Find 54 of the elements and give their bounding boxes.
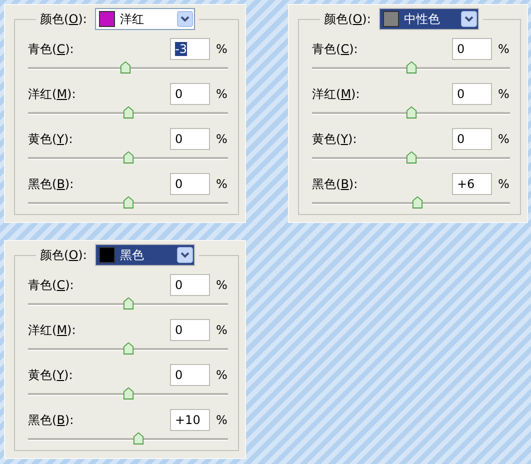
channel-label: 青色(C): xyxy=(28,40,75,58)
value-field[interactable]: +10 xyxy=(170,409,210,431)
slider-thumb[interactable] xyxy=(412,196,423,209)
value-field[interactable]: 0 xyxy=(170,173,210,195)
channel-label: 黑色(B): xyxy=(28,176,75,192)
slider-thumb[interactable] xyxy=(120,61,131,74)
color-label: 颜色(O): xyxy=(40,10,87,28)
value-field[interactable]: 0 xyxy=(452,128,492,150)
color-dropdown[interactable]: 洋红 xyxy=(94,8,195,30)
value-field[interactable]: -3 xyxy=(170,38,210,60)
percent-sign: % xyxy=(498,42,510,56)
slider-thumb[interactable] xyxy=(133,432,144,445)
percent-sign: % xyxy=(216,413,228,427)
color-label: 颜色(O): xyxy=(324,10,371,28)
percent-sign: % xyxy=(216,278,228,292)
slider-thumb[interactable] xyxy=(123,196,134,209)
color-dropdown[interactable]: 中性色 xyxy=(378,8,479,30)
channel-label: 黄色(Y): xyxy=(28,366,74,384)
percent-sign: % xyxy=(498,132,510,146)
value-field[interactable]: 0 xyxy=(170,319,210,341)
channel-label: 黑色(B): xyxy=(28,412,75,428)
slider-thumb[interactable] xyxy=(406,151,417,164)
channel-label: 青色(C): xyxy=(312,40,359,58)
slider-thumb[interactable] xyxy=(123,106,134,119)
slider-thumb[interactable] xyxy=(123,297,134,310)
channel-label: 黄色(Y): xyxy=(312,130,358,148)
value-field[interactable]: 0 xyxy=(170,83,210,105)
value-field[interactable]: 0 xyxy=(170,364,210,386)
percent-sign: % xyxy=(216,177,228,191)
percent-sign: % xyxy=(216,368,228,382)
slider-thumb[interactable] xyxy=(123,151,134,164)
value-field[interactable]: 0 xyxy=(452,83,492,105)
slider-thumb[interactable] xyxy=(123,387,134,400)
percent-sign: % xyxy=(216,42,228,56)
color-dropdown[interactable]: 黑色 xyxy=(94,244,195,266)
value-field[interactable]: 0 xyxy=(170,128,210,150)
slider-thumb[interactable] xyxy=(123,342,134,355)
percent-sign: % xyxy=(498,87,510,101)
slider-thumb[interactable] xyxy=(406,61,417,74)
value-field[interactable]: +6 xyxy=(452,173,492,195)
channel-label: 青色(C): xyxy=(28,276,75,294)
percent-sign: % xyxy=(498,177,510,191)
value-field[interactable]: 0 xyxy=(452,38,492,60)
slider-thumb[interactable] xyxy=(406,106,417,119)
percent-sign: % xyxy=(216,132,228,146)
channel-label: 洋红(M): xyxy=(28,322,77,338)
channel-label: 洋红(M): xyxy=(28,86,77,102)
percent-sign: % xyxy=(216,87,228,101)
channel-label: 黄色(Y): xyxy=(28,130,74,148)
value-field[interactable]: 0 xyxy=(170,274,210,296)
channel-label: 洋红(M): xyxy=(312,86,361,102)
channel-label: 黑色(B): xyxy=(312,176,359,192)
color-label: 颜色(O): xyxy=(40,246,87,264)
percent-sign: % xyxy=(216,323,228,337)
